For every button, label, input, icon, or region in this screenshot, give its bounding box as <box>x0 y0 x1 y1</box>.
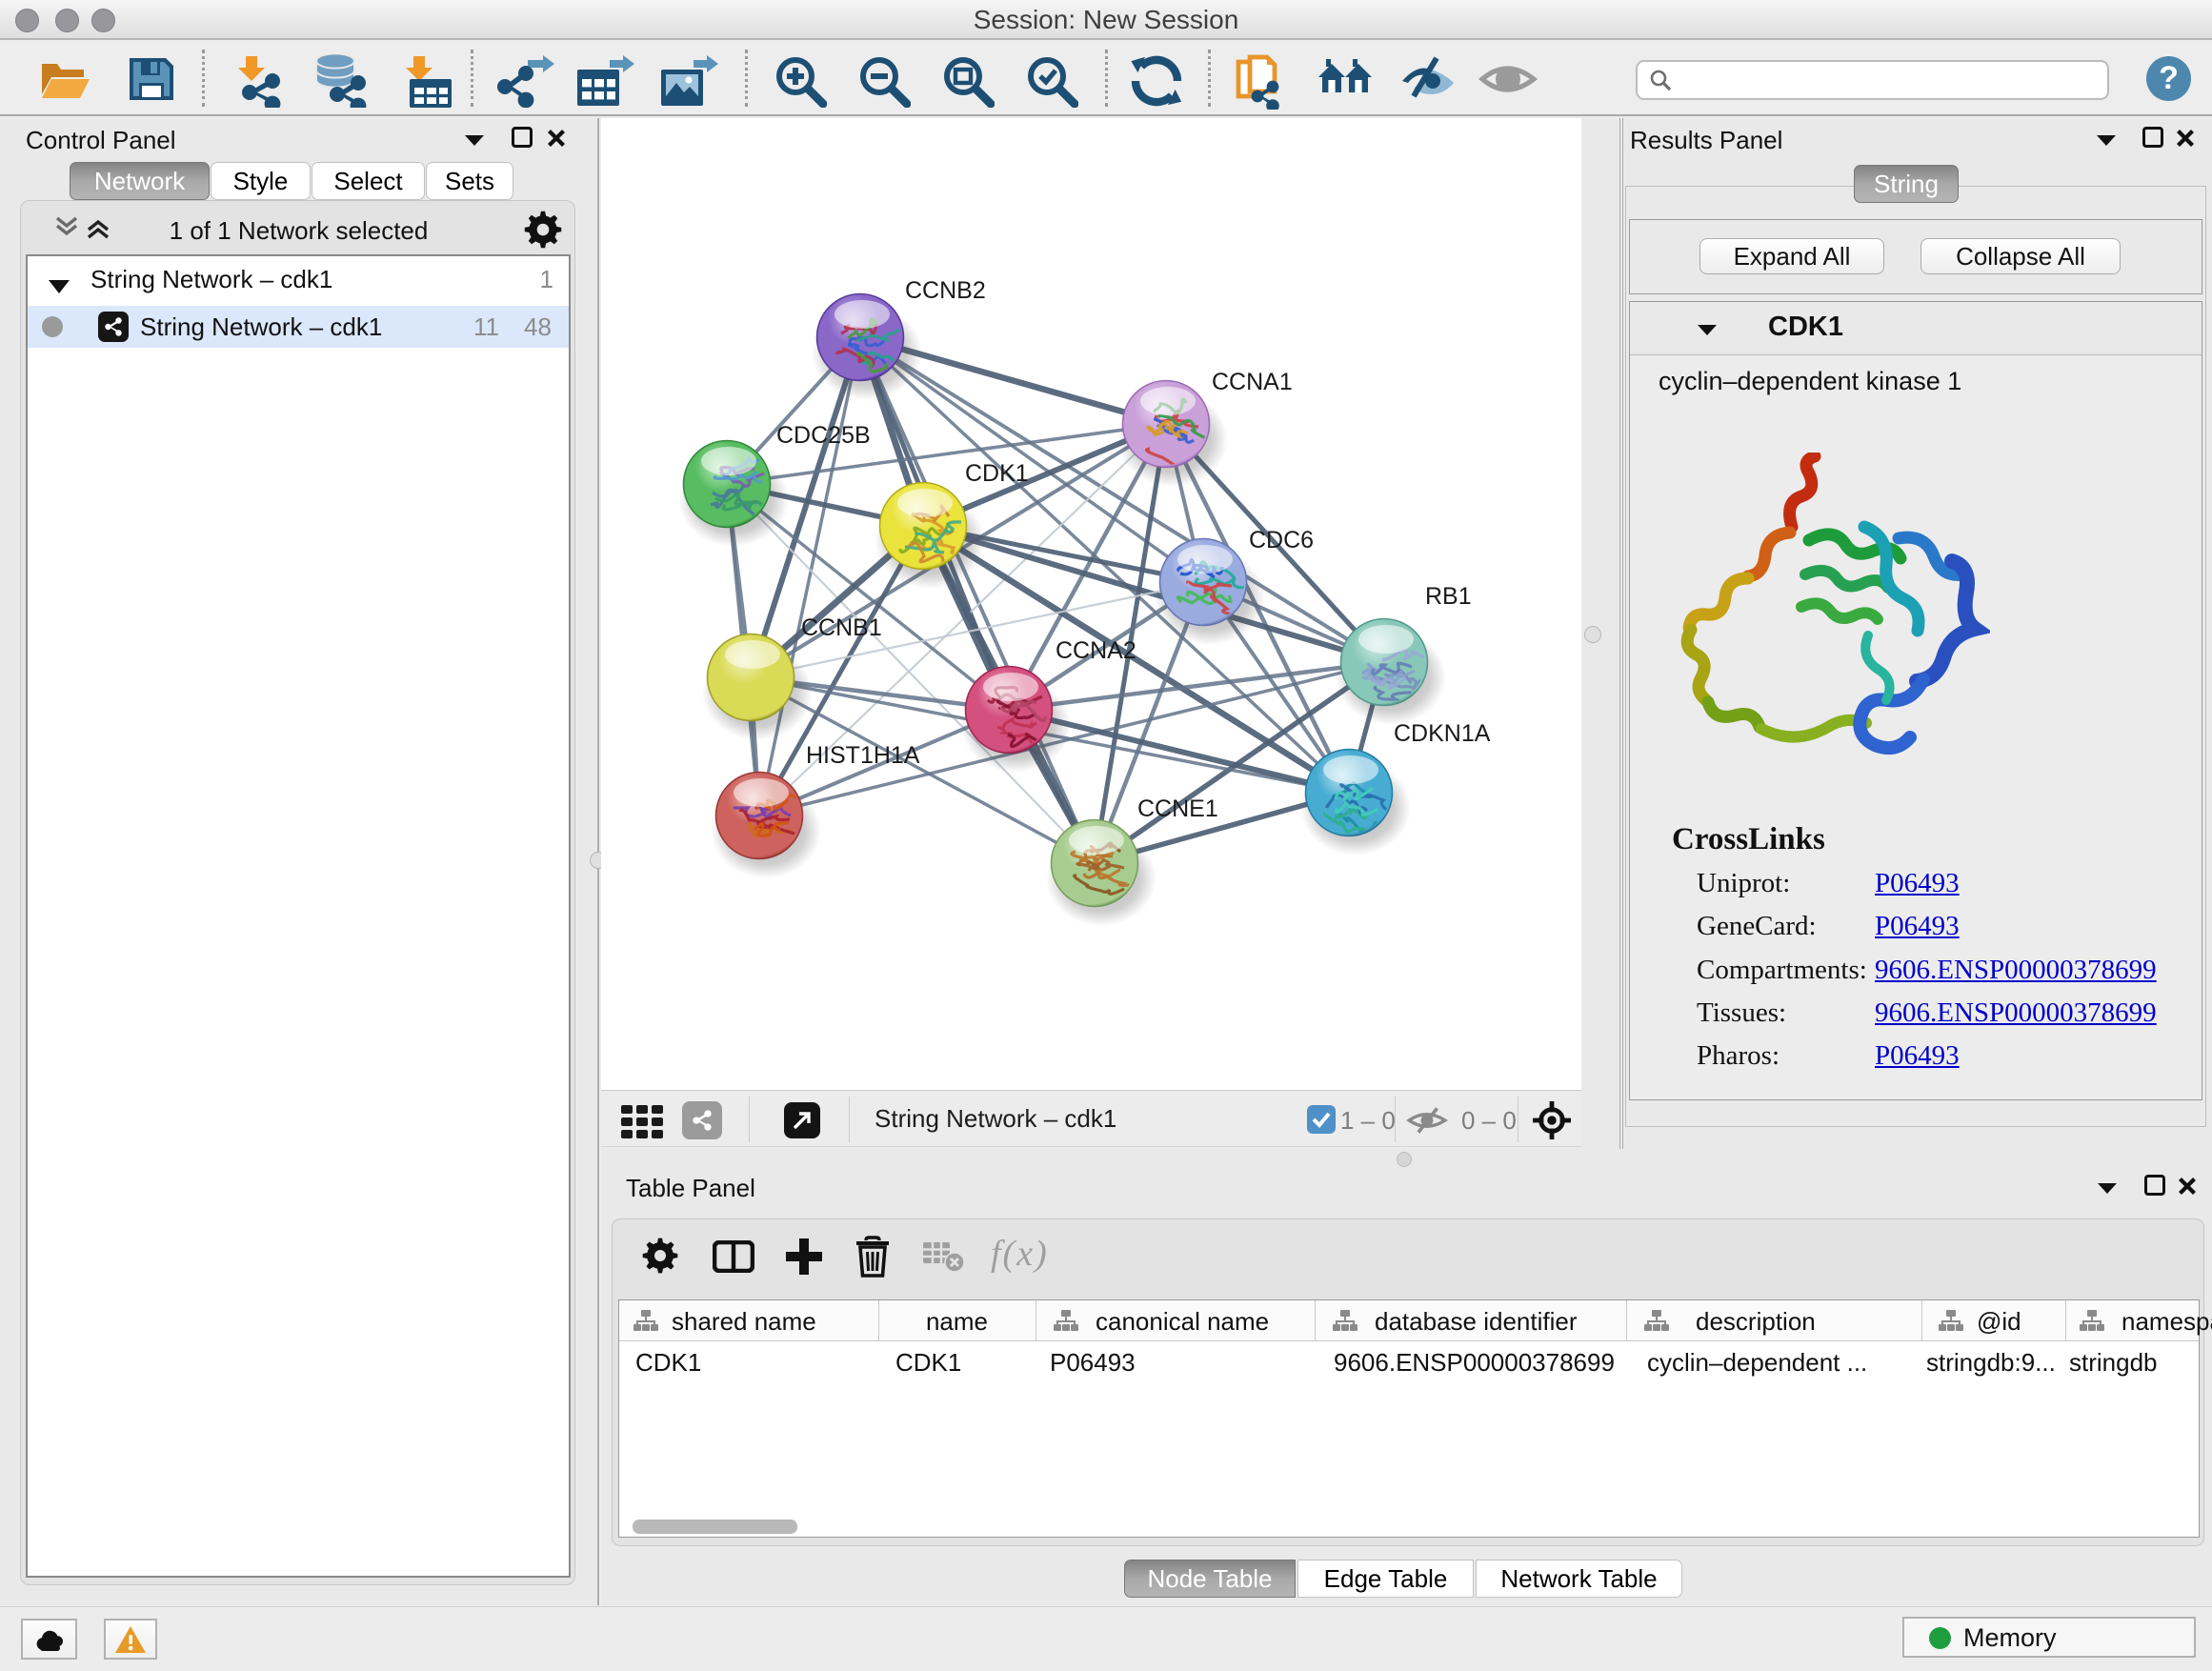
svg-text:HIST1H1A: HIST1H1A <box>806 742 920 769</box>
svg-text:CDC6: CDC6 <box>1249 527 1314 554</box>
svg-text:CCNB1: CCNB1 <box>801 614 882 641</box>
svg-text:CDK1: CDK1 <box>965 460 1029 487</box>
svg-text:CCNA1: CCNA1 <box>1212 369 1293 395</box>
svg-text:CCNA2: CCNA2 <box>1056 637 1136 664</box>
svg-text:CCNE1: CCNE1 <box>1137 795 1218 822</box>
svg-text:CDC25B: CDC25B <box>776 422 871 449</box>
svg-text:CCNB2: CCNB2 <box>905 277 986 304</box>
svg-text:CDKN1A: CDKN1A <box>1394 720 1491 747</box>
svg-text:RB1: RB1 <box>1425 583 1472 610</box>
